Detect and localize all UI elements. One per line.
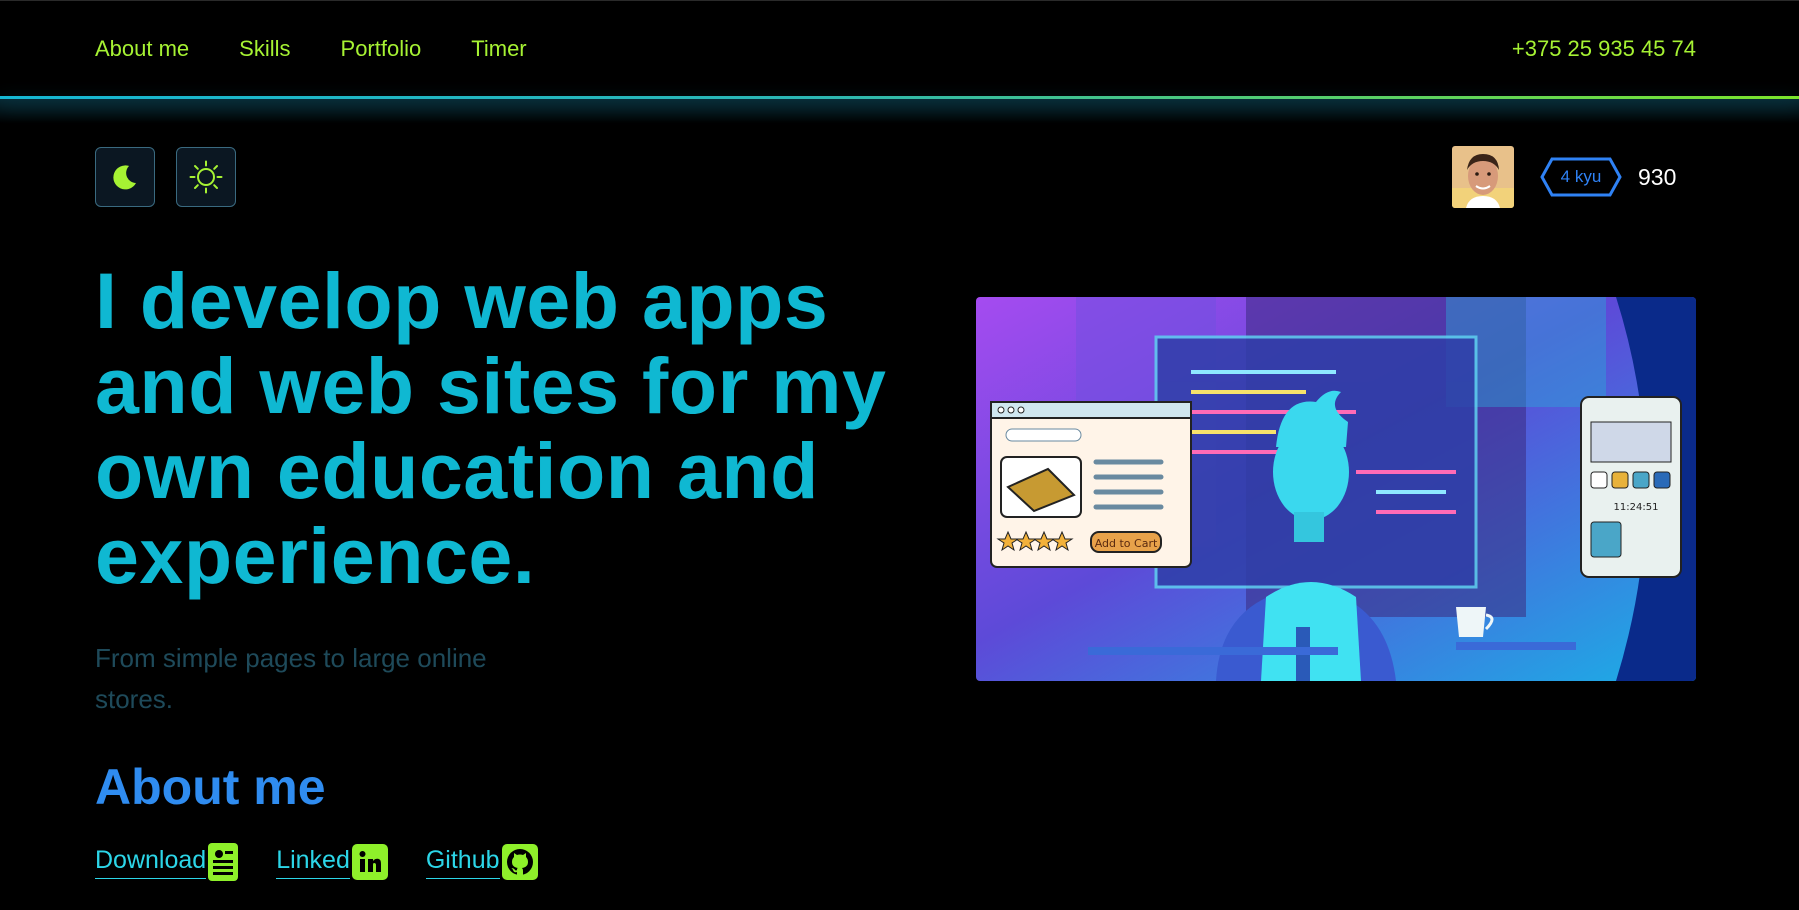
developer-illustration: Add to Cart 11:24:51 — [976, 297, 1696, 681]
honor-score: 930 — [1638, 163, 1677, 190]
codewars-profile: 4 kyu 930 — [1452, 146, 1676, 208]
resume-icon — [208, 843, 239, 881]
nav-skills[interactable]: Skills — [239, 36, 290, 62]
sun-icon — [189, 160, 223, 194]
about-me-heading: About me — [95, 759, 326, 815]
main-nav: About me Skills Portfolio Timer — [95, 34, 577, 64]
hero-subtitle: From simple pages to large online stores… — [95, 643, 487, 714]
nav-portfolio[interactable]: Portfolio — [341, 36, 422, 62]
linkedin-link[interactable]: Linked — [276, 844, 388, 880]
github-icon — [501, 844, 538, 880]
phone-number[interactable]: +375 25 935 45 74 — [1512, 34, 1696, 64]
illustration-cart-label: Add to Cart — [1095, 537, 1158, 550]
linkedin-icon — [351, 844, 388, 880]
github-link[interactable]: Github — [425, 844, 538, 880]
moon-icon — [113, 165, 136, 190]
light-theme-button[interactable] — [176, 147, 236, 207]
rank-badge: 4 kyu — [1540, 156, 1622, 198]
nav-about-me[interactable]: About me — [95, 36, 189, 62]
top-border — [0, 0, 1799, 1]
avatar[interactable] — [1452, 146, 1514, 208]
download-resume-link[interactable]: Download — [95, 843, 239, 881]
rank-label: 4 kyu — [1560, 167, 1602, 186]
nav-timer[interactable]: Timer — [471, 36, 526, 62]
header-glow — [0, 99, 1799, 123]
download-link-label[interactable]: Download — [95, 846, 207, 879]
linkedin-link-label[interactable]: Linked — [276, 846, 350, 879]
dark-theme-button[interactable] — [95, 147, 155, 207]
github-link-label[interactable]: Github — [425, 846, 500, 879]
illustration-clock-label: 11:24:51 — [1614, 502, 1659, 513]
about-links: Download Linked Github — [95, 842, 576, 882]
hero-headline: I develop web apps and web sites for my … — [95, 256, 887, 600]
